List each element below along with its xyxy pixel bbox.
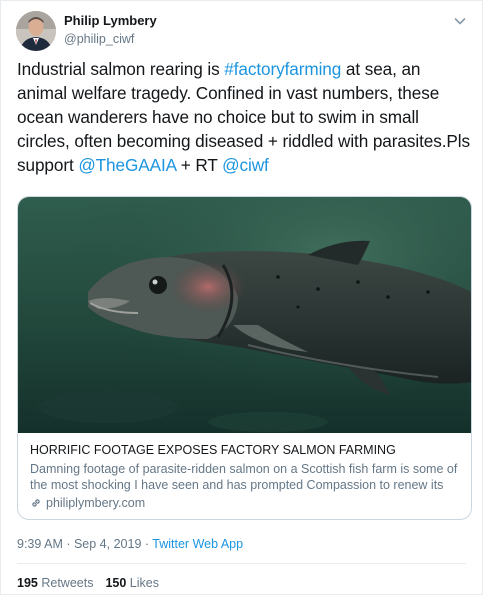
chevron-down-icon[interactable]	[452, 13, 468, 29]
hashtag-link[interactable]: #factoryfarming	[224, 59, 341, 79]
tweet-source-link[interactable]: Twitter Web App	[152, 537, 243, 551]
divider	[17, 563, 466, 564]
retweets-count: 195	[17, 576, 38, 590]
tweet-text: Industrial salmon rearing is #factoryfar…	[17, 57, 472, 177]
tweet-timestamp[interactable]: 9:39 AM · Sep 4, 2019 ·	[17, 537, 152, 551]
author-handle[interactable]: @philip_ciwf	[64, 32, 134, 46]
card-domain: philiplymbery.com	[30, 495, 462, 511]
tweet-text-part: + RT	[176, 155, 223, 175]
tweet-card: Philip Lymbery @philip_ciwf Industrial s…	[0, 0, 483, 595]
link-preview-card[interactable]: HORRIFIC FOOTAGE EXPOSES FACTORY SALMON …	[17, 196, 472, 520]
likes-label: Likes	[129, 576, 159, 590]
mention-link-gaaia[interactable]: @TheGAAIA	[78, 155, 176, 175]
mention-link-ciwf[interactable]: @ciwf	[222, 155, 269, 175]
card-title: HORRIFIC FOOTAGE EXPOSES FACTORY SALMON …	[30, 443, 396, 457]
link-icon	[30, 497, 42, 509]
avatar[interactable]	[16, 11, 56, 51]
tweet-text-part: Industrial salmon rearing is	[17, 59, 225, 79]
card-description: Damning footage of parasite-ridden salmo…	[30, 462, 458, 492]
likes-stat[interactable]: 150 Likes	[105, 576, 159, 590]
retweets-label: Retweets	[41, 576, 94, 590]
tweet-meta: 9:39 AM · Sep 4, 2019 · Twitter Web App	[17, 537, 243, 551]
retweets-stat[interactable]: 195 Retweets	[17, 576, 93, 590]
tweet-stats: 195 Retweets 150 Likes	[17, 576, 159, 590]
salmon-photo	[18, 197, 471, 433]
likes-count: 150	[105, 576, 127, 590]
card-domain-text: philiplymbery.com	[46, 496, 146, 510]
author-name[interactable]: Philip Lymbery	[64, 13, 157, 28]
card-body: HORRIFIC FOOTAGE EXPOSES FACTORY SALMON …	[30, 442, 462, 511]
